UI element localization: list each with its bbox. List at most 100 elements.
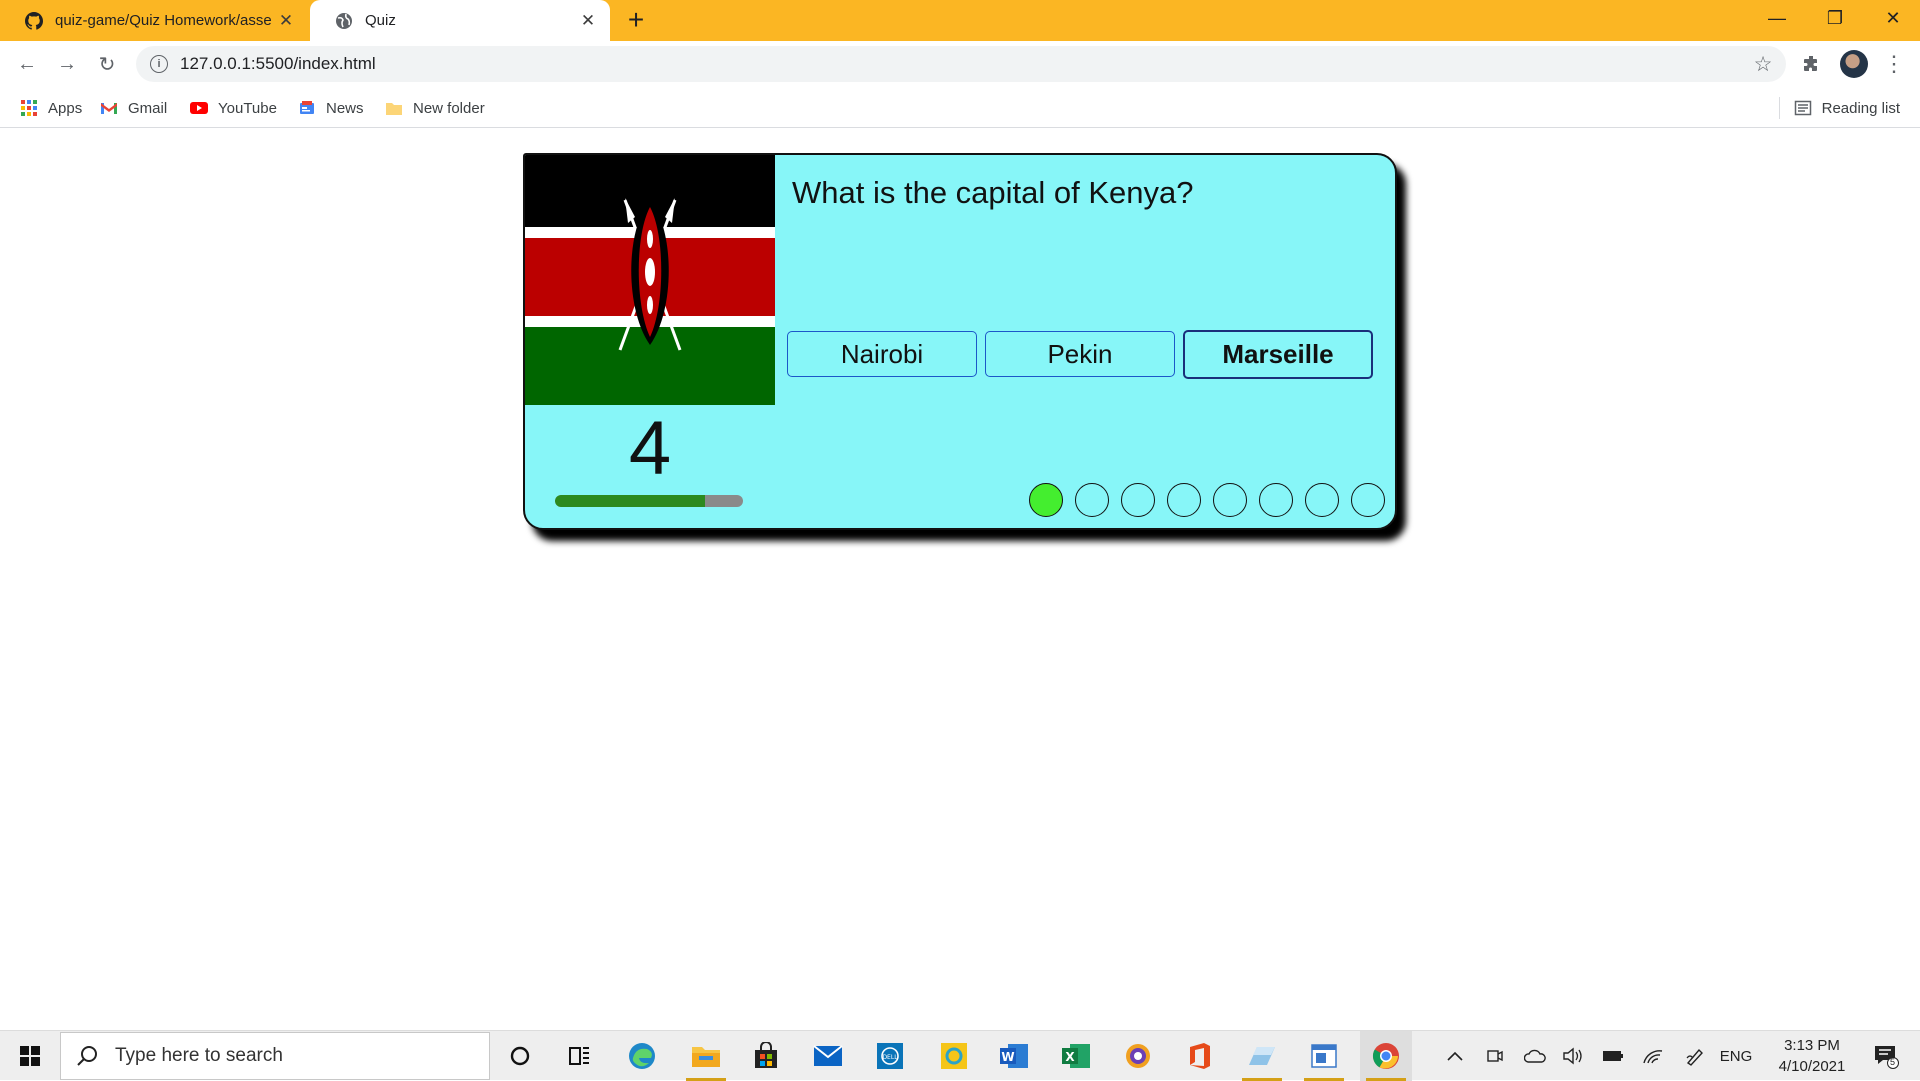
folder-icon (386, 103, 402, 115)
search-icon (77, 1046, 97, 1066)
word-icon[interactable]: W (988, 1031, 1040, 1081)
bookmark-new-folder[interactable]: New folder (385, 97, 485, 119)
close-tab-icon[interactable]: ✕ (578, 11, 598, 31)
answer-options: Nairobi Pekin Marseille (787, 330, 1381, 379)
wifi-icon[interactable] (1638, 1031, 1668, 1081)
question-progress-dots (1029, 483, 1395, 517)
bookmark-star-icon[interactable]: ☆ (1748, 52, 1778, 77)
tab-quiz[interactable]: Quiz ✕ (310, 0, 610, 41)
chrome-icon[interactable] (1360, 1031, 1412, 1081)
bookmark-label: Apps (48, 99, 83, 117)
clock-time: 3:13 PM (1784, 1037, 1840, 1054)
restore-icon[interactable]: ❐ (1806, 0, 1864, 36)
profile-avatar[interactable] (1840, 50, 1868, 78)
close-tab-icon[interactable]: ✕ (276, 11, 296, 31)
divider (1778, 97, 1780, 119)
question-text: What is the capital of Kenya? (792, 175, 1194, 210)
bookmarks-bar: Apps Gmail YouTube News New folder Readi… (0, 88, 1920, 128)
onedrive-cloud-icon[interactable] (1520, 1031, 1550, 1081)
svg-text:DELL: DELL (882, 1054, 898, 1061)
answer-button-nairobi[interactable]: Nairobi (787, 331, 977, 377)
new-tab-button[interactable]: + (622, 6, 650, 35)
office-icon[interactable] (1174, 1031, 1226, 1081)
progress-dot-pending (1075, 483, 1109, 517)
close-window-icon[interactable]: ✕ (1864, 0, 1920, 36)
github-icon (25, 11, 43, 30)
file-explorer-icon[interactable] (680, 1031, 732, 1081)
progress-dot-answered (1029, 483, 1063, 517)
back-arrow-icon[interactable]: ← (12, 49, 42, 79)
notifications-button[interactable]: 5 (1866, 1031, 1906, 1081)
timer-countdown: 4 (628, 406, 672, 491)
yellow-app-icon[interactable] (928, 1031, 980, 1081)
timer-progress-bar (555, 495, 743, 507)
bookmark-label: Gmail (128, 99, 168, 117)
dell-app-icon[interactable]: DELL (864, 1031, 916, 1081)
bookmark-label: News (326, 99, 364, 117)
bookmark-gmail[interactable]: Gmail (100, 97, 167, 119)
excel-icon[interactable]: X (1050, 1031, 1102, 1081)
progress-dot-pending (1259, 483, 1293, 517)
gmail-icon (101, 103, 117, 114)
progress-dot-pending (1351, 483, 1385, 517)
paint-app-icon[interactable] (1236, 1031, 1288, 1081)
volume-icon[interactable] (1558, 1031, 1588, 1081)
mail-icon[interactable] (802, 1031, 854, 1081)
notification-count-badge: 5 (1890, 1057, 1896, 1067)
progress-dot-pending (1167, 483, 1201, 517)
windows-start-button[interactable] (0, 1031, 60, 1081)
globe-icon (336, 12, 352, 29)
language-indicator[interactable]: ENG (1716, 1031, 1756, 1081)
edge-browser-icon[interactable] (616, 1031, 668, 1081)
address-bar[interactable]: i 127.0.0.1:5500/index.html ☆ (136, 46, 1786, 82)
tab-title: Quiz (365, 12, 396, 29)
pen-workspace-icon[interactable] (1680, 1031, 1710, 1081)
kenya-flag-image (525, 155, 775, 405)
security-app-icon[interactable] (1112, 1031, 1164, 1081)
show-hidden-icons-chevron-icon[interactable] (1440, 1031, 1470, 1081)
reading-list-label: Reading list (1821, 99, 1900, 117)
svg-text:X: X (1065, 1050, 1075, 1064)
answer-button-marseille[interactable]: Marseille (1183, 330, 1373, 379)
bookmark-news[interactable]: News (298, 97, 364, 119)
progress-dot-pending (1213, 483, 1247, 517)
reading-list-icon (1794, 100, 1811, 116)
minimize-icon[interactable]: — (1748, 0, 1806, 36)
site-info-icon[interactable]: i (150, 55, 168, 73)
more-menu-icon[interactable]: ⋮ (1880, 50, 1908, 78)
bookmark-label: YouTube (218, 99, 277, 117)
windows-logo-icon (20, 1046, 40, 1066)
bookmark-youtube[interactable]: YouTube (190, 97, 277, 119)
url-text[interactable]: 127.0.0.1:5500/index.html (180, 54, 1748, 74)
windows-taskbar: Type here to search DELL W X ENG 3:13 PM… (0, 1030, 1920, 1081)
forward-arrow-icon[interactable]: → (52, 49, 82, 79)
quiz-card: What is the capital of Kenya? Nairobi Pe… (523, 153, 1397, 530)
browser-toolbar: ← → ↻ i 127.0.0.1:5500/index.html ☆ ⋮ (0, 41, 1920, 88)
search-placeholder: Type here to search (115, 1045, 283, 1066)
system-clock[interactable]: 3:13 PM 4/10/2021 (1764, 1035, 1860, 1077)
progress-dot-pending (1305, 483, 1339, 517)
bookmark-label: New folder (413, 99, 485, 117)
microsoft-store-icon[interactable] (740, 1031, 792, 1081)
news-icon (300, 101, 314, 114)
youtube-icon (190, 102, 208, 114)
task-view-icon[interactable] (554, 1031, 606, 1081)
notepad-app-icon[interactable] (1298, 1031, 1350, 1081)
notification-center-icon (1875, 1046, 1899, 1069)
answer-button-pekin[interactable]: Pekin (985, 331, 1175, 377)
svg-text:W: W (1001, 1050, 1014, 1064)
clock-date: 4/10/2021 (1778, 1058, 1846, 1075)
meet-now-icon[interactable] (1480, 1031, 1510, 1081)
taskbar-search-box[interactable]: Type here to search (60, 1032, 490, 1080)
cortana-icon[interactable] (494, 1031, 546, 1081)
reload-icon[interactable]: ↻ (92, 49, 122, 79)
progress-dot-pending (1121, 483, 1155, 517)
apps-grid-icon (21, 100, 37, 116)
timer-progress-fill (555, 495, 706, 507)
reading-list-button[interactable]: Reading list (1778, 97, 1900, 119)
browser-tab-strip: quiz-game/Quiz Homework/asse ✕ Quiz ✕ + … (0, 0, 1920, 41)
tab-github[interactable]: quiz-game/Quiz Homework/asse ✕ (0, 0, 308, 41)
bookmark-apps[interactable]: Apps (20, 97, 82, 119)
battery-icon[interactable] (1598, 1031, 1628, 1081)
extensions-puzzle-icon[interactable] (1798, 50, 1826, 78)
